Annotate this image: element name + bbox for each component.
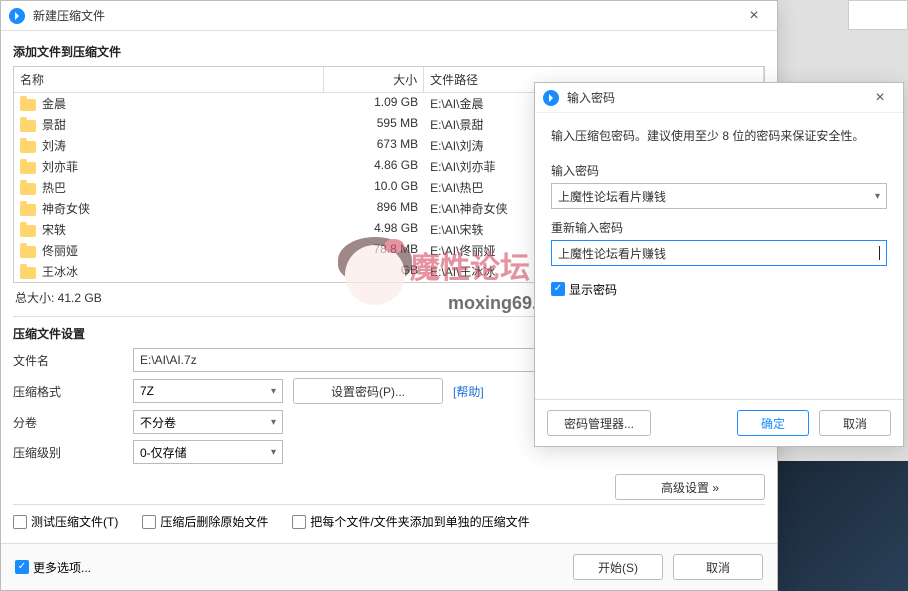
- level-value: 0-仅存储: [140, 444, 187, 461]
- advanced-row: 高级设置 »: [13, 474, 765, 500]
- format-select[interactable]: 7Z ▾: [133, 379, 283, 403]
- folder-icon: [20, 225, 36, 237]
- options-row: 测试压缩文件(T) 压缩后删除原始文件 把每个文件/文件夹添加到单独的压缩文件: [13, 513, 765, 530]
- folder-icon: [20, 120, 36, 132]
- folder-icon: [20, 183, 36, 195]
- delete-after-label: 压缩后删除原始文件: [160, 513, 268, 530]
- app-icon: [543, 90, 559, 106]
- format-value: 7Z: [140, 384, 154, 398]
- set-password-button[interactable]: 设置密码(P)...: [293, 378, 443, 404]
- main-close-icon[interactable]: ×: [739, 7, 769, 25]
- pw-title: 输入密码: [567, 89, 865, 106]
- chevron-down-icon: ▾: [271, 386, 276, 397]
- show-password-checkbox[interactable]: 显示密码: [551, 281, 617, 298]
- split-select[interactable]: 不分卷 ▾: [133, 410, 283, 434]
- start-button[interactable]: 开始(S): [573, 554, 663, 580]
- main-title: 新建压缩文件: [33, 7, 739, 24]
- main-titlebar: 新建压缩文件 ×: [1, 1, 777, 31]
- checkbox-box: [142, 515, 156, 529]
- filename-label: 文件名: [13, 352, 123, 369]
- level-select[interactable]: 0-仅存储 ▾: [133, 440, 283, 464]
- pw-hint: 输入压缩包密码。建议使用至少 8 位的密码来保证安全性。: [551, 127, 887, 144]
- more-options-label: 更多选项...: [33, 559, 91, 576]
- chevron-down-icon: ▾: [271, 447, 276, 458]
- folder-icon: [20, 141, 36, 153]
- checkbox-box: [551, 282, 565, 296]
- chevron-down-icon: ▾: [875, 191, 880, 202]
- chevron-down-icon: ▾: [271, 417, 276, 428]
- show-password-label: 显示密码: [569, 281, 617, 298]
- split-value: 不分卷: [140, 414, 176, 431]
- col-name[interactable]: 名称: [14, 67, 324, 92]
- pw-value-1: 上魔性论坛看片赚钱: [558, 188, 666, 205]
- separator: [13, 504, 765, 505]
- pw-ok-button[interactable]: 确定: [737, 410, 809, 436]
- folder-icon: [20, 162, 36, 174]
- pw-close-icon[interactable]: ×: [865, 89, 895, 107]
- add-files-heading: 添加文件到压缩文件: [13, 43, 765, 60]
- password-input-1[interactable]: 上魔性论坛看片赚钱 ▾: [551, 183, 887, 209]
- pw-label-1: 输入密码: [551, 162, 887, 179]
- password-input-2[interactable]: 上魔性论坛看片赚钱: [551, 240, 887, 266]
- pw-value-2: 上魔性论坛看片赚钱: [558, 245, 666, 262]
- password-dialog: 输入密码 × 输入压缩包密码。建议使用至少 8 位的密码来保证安全性。 输入密码…: [534, 82, 904, 447]
- test-archive-label: 测试压缩文件(T): [31, 513, 118, 530]
- folder-icon: [20, 99, 36, 111]
- help-link[interactable]: [帮助]: [453, 383, 484, 400]
- test-archive-checkbox[interactable]: 测试压缩文件(T): [13, 513, 118, 530]
- separate-archives-checkbox[interactable]: 把每个文件/文件夹添加到单独的压缩文件: [292, 513, 529, 530]
- folder-icon: [20, 204, 36, 216]
- pw-bottom-bar: 密码管理器... 确定 取消: [535, 399, 903, 446]
- separate-archives-label: 把每个文件/文件夹添加到单独的压缩文件: [310, 513, 529, 530]
- main-cancel-button[interactable]: 取消: [673, 554, 763, 580]
- bg-dark: [778, 461, 908, 591]
- level-label: 压缩级别: [13, 444, 123, 461]
- more-options-checkbox[interactable]: 更多选项...: [15, 559, 91, 576]
- advanced-settings-button[interactable]: 高级设置 »: [615, 474, 765, 500]
- text-cursor: [879, 246, 880, 260]
- pw-cancel-button[interactable]: 取消: [819, 410, 891, 436]
- password-manager-button[interactable]: 密码管理器...: [547, 410, 651, 436]
- app-icon: [9, 8, 25, 24]
- checkbox-box: [15, 560, 29, 574]
- bg-tab: [848, 0, 908, 30]
- col-size[interactable]: 大小: [324, 67, 424, 92]
- format-label: 压缩格式: [13, 383, 123, 400]
- main-bottom-bar: 更多选项... 开始(S) 取消: [1, 543, 777, 590]
- checkbox-box: [292, 515, 306, 529]
- checkbox-box: [13, 515, 27, 529]
- folder-icon: [20, 246, 36, 258]
- pw-label-2: 重新输入密码: [551, 219, 887, 236]
- pw-content: 输入压缩包密码。建议使用至少 8 位的密码来保证安全性。 输入密码 上魔性论坛看…: [535, 113, 903, 312]
- pw-titlebar: 输入密码 ×: [535, 83, 903, 113]
- delete-after-checkbox[interactable]: 压缩后删除原始文件: [142, 513, 268, 530]
- folder-icon: [20, 267, 36, 279]
- split-label: 分卷: [13, 414, 123, 431]
